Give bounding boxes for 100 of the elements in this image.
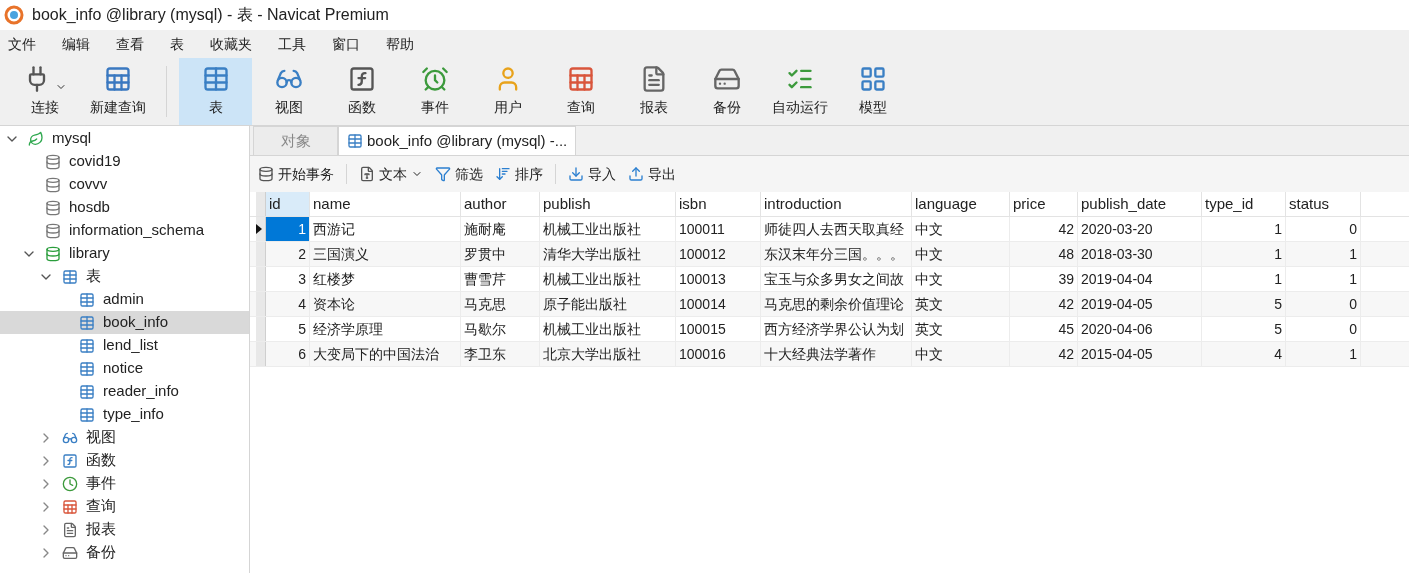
app-logo-icon	[4, 5, 24, 25]
table-cell: 西游记	[310, 217, 461, 241]
toolbar-button[interactable]: 表	[179, 58, 252, 125]
table-cell: 5	[266, 317, 310, 341]
toolbar-button[interactable]: 备份	[690, 58, 763, 125]
database-icon	[45, 153, 61, 170]
toolbar-button[interactable]: 函数	[325, 58, 398, 125]
table-row[interactable]: 1 西游记 施耐庵 机械工业出版社 100011 师徒四人去西天取真经 中文 42 2020-03-20 1 0	[250, 217, 1409, 242]
column-header[interactable]: author	[461, 192, 540, 216]
table-cell: 中文	[912, 267, 1010, 291]
menu-item[interactable]: 帮助	[386, 33, 414, 55]
table-cell: 马克思	[461, 292, 540, 316]
tree-item[interactable]: 表	[0, 265, 249, 288]
tree-label: admin	[103, 289, 144, 310]
table-cell: 罗贯中	[461, 242, 540, 266]
sort-icon	[495, 166, 511, 182]
tree-label: notice	[103, 358, 144, 379]
toolbar-button[interactable]: 连接	[8, 58, 81, 125]
tree-label: mysql	[52, 128, 92, 149]
tree-item[interactable]: type_info	[0, 403, 249, 426]
tree-label: information_schema	[69, 220, 205, 241]
action-button[interactable]: 导出	[628, 163, 676, 185]
table-cell: 三国演义	[310, 242, 461, 266]
menu-item[interactable]: 工具	[278, 33, 306, 55]
table-cell: 42	[1010, 342, 1078, 366]
tab[interactable]: book_info @library (mysql) -...	[338, 126, 577, 155]
column-header[interactable]: status	[1286, 192, 1361, 216]
tree-item[interactable]: covvv	[0, 173, 249, 196]
tree-item[interactable]: hosdb	[0, 196, 249, 219]
import-icon	[568, 166, 584, 182]
tree-item[interactable]: book_info	[0, 311, 249, 334]
tree-item[interactable]: 备份	[0, 541, 249, 564]
table-icon	[79, 383, 95, 400]
toolbar-button[interactable]: 自动运行	[763, 58, 836, 125]
menu-item[interactable]: 表	[170, 33, 184, 55]
table-row[interactable]: 2 三国演义 罗贯中 清华大学出版社 100012 东汉末年分三国。。。 中文 48 2018-03-30 1 1	[250, 242, 1409, 267]
table-row[interactable]: 4 资本论 马克思 原子能出版社 100014 马克思的剩余价值理论 英文 42 2019-04-05 5 0	[250, 292, 1409, 317]
document-icon	[62, 521, 78, 538]
tree-item[interactable]: admin	[0, 288, 249, 311]
toolbar-button[interactable]: 新建查询	[81, 58, 154, 125]
database-icon	[258, 166, 274, 182]
table-row[interactable]: 5 经济学原理 马歇尔 机械工业出版社 100015 西方经济学界公认为划 英文 45 2020-04-06 5 0	[250, 317, 1409, 342]
toolbar-button[interactable]: 视图	[252, 58, 325, 125]
table-cell: 2	[266, 242, 310, 266]
tree-item[interactable]: library	[0, 242, 249, 265]
table-cell: 1	[1286, 267, 1361, 291]
tree-item[interactable]: 查询	[0, 495, 249, 518]
table-icon	[566, 65, 595, 93]
alarm-clock-icon	[420, 65, 449, 93]
toolbar-button[interactable]: 事件	[398, 58, 471, 125]
menu-item[interactable]: 文件	[8, 33, 36, 55]
tree-item[interactable]: covid19	[0, 150, 249, 173]
toolbar-button[interactable]: 查询	[544, 58, 617, 125]
action-button[interactable]: 筛选	[435, 163, 483, 185]
tree-item[interactable]: 函数	[0, 449, 249, 472]
table-cell: 1	[266, 217, 310, 241]
menu-item[interactable]: 查看	[116, 33, 144, 55]
table-cell: 100013	[676, 267, 761, 291]
database-icon	[45, 199, 61, 216]
function-icon	[62, 452, 78, 469]
toolbar-button[interactable]: 用户	[471, 58, 544, 125]
tree-item[interactable]: 视图	[0, 426, 249, 449]
tree-label: 视图	[86, 427, 116, 448]
tree-label: library	[69, 243, 110, 264]
tree-item[interactable]: lend_list	[0, 334, 249, 357]
action-button[interactable]: 导入	[568, 163, 616, 185]
action-button[interactable]: 开始事务	[258, 163, 334, 185]
tree-item[interactable]: mysql	[0, 127, 249, 150]
tree-item[interactable]: information_schema	[0, 219, 249, 242]
tree-label: 查询	[86, 496, 116, 517]
tree-item[interactable]: reader_info	[0, 380, 249, 403]
column-header[interactable]: type_id	[1202, 192, 1286, 216]
menu-item[interactable]: 收藏夹	[210, 33, 252, 55]
tree-item[interactable]: notice	[0, 357, 249, 380]
table-cell: 2015-04-05	[1078, 342, 1202, 366]
table-cell: 大变局下的中国法治	[310, 342, 461, 366]
tree-label: covvv	[69, 174, 108, 195]
table-cell: 清华大学出版社	[540, 242, 676, 266]
function-icon	[347, 65, 376, 93]
table-cell: 1	[1202, 267, 1286, 291]
table-icon	[62, 268, 78, 285]
table-row[interactable]: 3 红楼梦 曹雪芹 机械工业出版社 100013 宝玉与众多男女之间故 中文 39 2019-04-04 1 1	[250, 267, 1409, 292]
toolbar-button[interactable]: 报表	[617, 58, 690, 125]
table-row[interactable]: 6 大变局下的中国法治 李卫东 北京大学出版社 100016 十大经典法学著作 中文 42 2015-04-05 4 1	[250, 342, 1409, 367]
action-button[interactable]: 排序	[495, 163, 543, 185]
table-cell: 1	[1286, 342, 1361, 366]
table-cell: 4	[1202, 342, 1286, 366]
action-button[interactable]: 文本	[359, 163, 423, 185]
tree-label: 函数	[86, 450, 116, 471]
tree-item[interactable]: 报表	[0, 518, 249, 541]
tree-label: type_info	[103, 404, 164, 425]
table-cell: 42	[1010, 292, 1078, 316]
column-header[interactable]: id	[266, 192, 310, 216]
toolbar-button[interactable]: 模型	[836, 58, 909, 125]
table-cell: 东汉末年分三国。。。	[761, 242, 912, 266]
table-cell: 48	[1010, 242, 1078, 266]
menu-item[interactable]: 窗口	[332, 33, 360, 55]
table-cell: 曹雪芹	[461, 267, 540, 291]
menu-item[interactable]: 编辑	[62, 33, 90, 55]
tree-item[interactable]: 事件	[0, 472, 249, 495]
